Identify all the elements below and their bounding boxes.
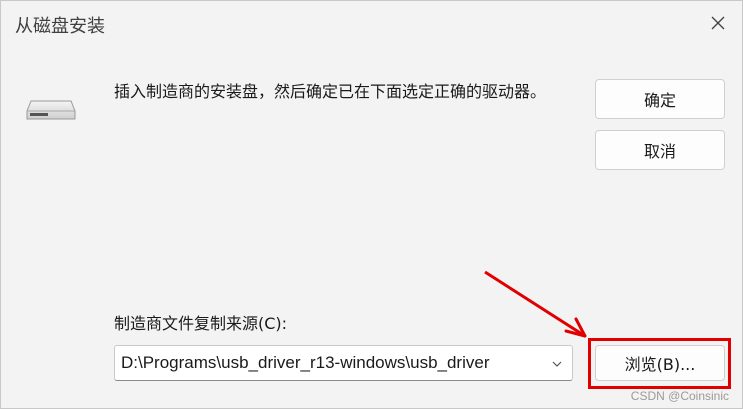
close-icon — [711, 16, 725, 30]
window-title: 从磁盘安装 — [15, 16, 105, 37]
source-label: 制造商文件复制来源(C): — [114, 314, 288, 333]
browse-button[interactable]: 浏览(B)... — [595, 345, 725, 381]
cancel-button[interactable]: 取消 — [595, 130, 725, 170]
watermark: CSDN @Coinsinic — [630, 389, 729, 403]
disk-drive-icon — [26, 100, 76, 120]
dialog-body: 插入制造商的安装盘，然后确定已在下面选定正确的驱动器。 确定 取消 制造商文件复… — [1, 45, 742, 408]
install-from-disk-dialog: 从磁盘安装 插入制造商的安装盘，然后确定已在下面选定正确的驱动器。 确定 取消 … — [0, 0, 743, 409]
chevron-down-icon[interactable] — [550, 357, 564, 371]
ok-button[interactable]: 确定 — [595, 79, 725, 119]
close-button[interactable] — [702, 7, 734, 39]
instruction-text: 插入制造商的安装盘，然后确定已在下面选定正确的驱动器。 — [114, 82, 547, 101]
source-path-combobox[interactable] — [114, 345, 573, 381]
source-path-input[interactable] — [121, 350, 539, 376]
title-bar: 从磁盘安装 — [1, 1, 742, 45]
